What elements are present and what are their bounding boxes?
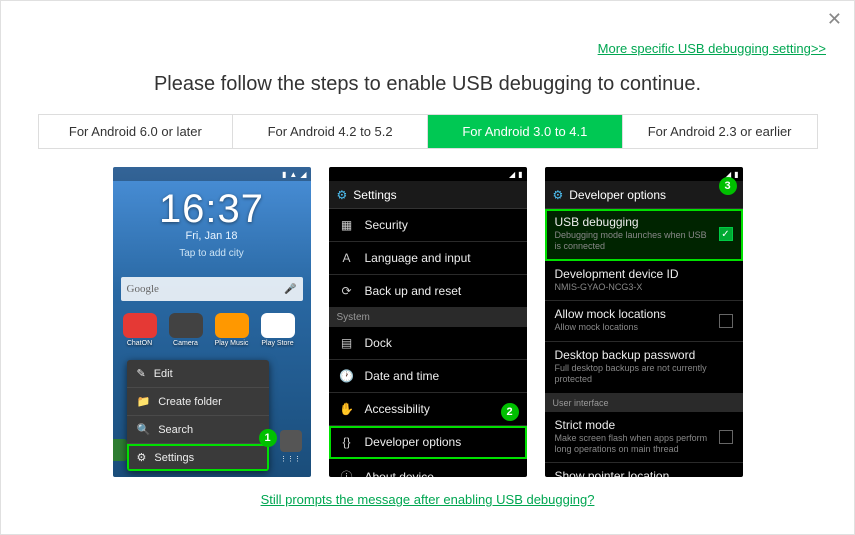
row-dock: ▤Dock [329,327,527,360]
more-settings-link[interactable]: More specific USB debugging setting>> [598,41,826,56]
status-bar: ◢▮ [329,167,527,181]
checkbox-icon [719,314,733,328]
system-header: System [329,308,527,327]
page-heading: Please follow the steps to enable USB de… [1,73,854,96]
row-pointer-location: Show pointer location Screen overlay sho… [545,463,743,477]
tab-android-42[interactable]: For Android 4.2 to 5.2 [233,115,428,148]
tab-android-23[interactable]: For Android 2.3 or earlier [623,115,817,148]
menu-settings: ⚙Settings [127,444,269,471]
row-mock-locations: Allow mock locations Allow mock location… [545,301,743,342]
row-usb-debugging: USB debugging Debugging mode launches wh… [545,209,743,261]
devopts-titlebar: ⚙ Developer options [545,181,743,209]
date-label: Fri, Jan 18 [113,230,311,242]
status-bar: ◢▮ [545,167,743,181]
row-strict-mode: Strict mode Make screen flash when apps … [545,412,743,464]
row-datetime: 🕐Date and time [329,360,527,393]
phone-home-screen: ▮▲◢ 16:37 Fri, Jan 18 Tap to add city Go… [113,167,311,477]
menu-edit: ✎Edit [127,360,269,388]
step-badge-1: 1 [259,429,277,447]
row-security: ▦Security [329,209,527,242]
app-row: ChatON Camera Play Music Play Store [113,301,311,347]
info-icon: ⓘ [339,468,355,477]
status-bar: ▮▲◢ [113,167,311,181]
checkbox-checked-icon: ✓ [719,227,733,241]
menu-create-folder: 📁Create folder [127,388,269,416]
search-icon: 🔍 [137,423,151,436]
checkbox-icon [719,430,733,444]
clock-widget: 16:37 [113,187,311,232]
step-badge-3: 3 [719,177,737,195]
settings-titlebar: ⚙ Settings [329,181,527,209]
pencil-icon: ✎ [137,367,146,380]
google-search-bar: Google 🎤 [121,277,303,301]
dock-icon: ▤ [339,336,355,350]
dock-right: ⋮⋮⋮ [277,430,305,463]
refresh-icon: ⟳ [339,284,355,298]
tap-add-city: Tap to add city [113,248,311,259]
app-chaton: ChatON [123,313,157,347]
apps-label: ⋮⋮⋮ [280,455,301,463]
gear-icon: ⚙ [337,188,348,202]
row-dev-device-id: Development device ID NMIS-GYAO-NCG3-X [545,261,743,302]
apps-drawer-icon [280,430,302,452]
step-badge-2: 2 [501,403,519,421]
grid-icon: ▦ [339,218,355,232]
gear-icon: ⚙ [553,188,564,202]
android-version-tabs: For Android 6.0 or later For Android 4.2… [38,114,818,149]
row-backup: ⟳Back up and reset [329,275,527,308]
ui-header: User interface [545,394,743,412]
mic-icon: 🎤 [284,284,296,295]
google-logo: Google [127,283,159,295]
app-play-store: Play Store [261,313,295,347]
gear-icon: ⚙ [137,451,147,464]
menu-search: 🔍Search [127,416,269,444]
still-prompts-link[interactable]: Still prompts the message after enabling… [261,492,595,507]
tab-android-30[interactable]: For Android 3.0 to 4.1 [428,115,623,148]
phone-settings: ◢▮ ⚙ Settings ▦Security ALanguage and in… [329,167,527,477]
phone-developer-options: ◢▮ ⚙ Developer options 3 USB debugging D… [545,167,743,477]
braces-icon: {} [339,435,355,449]
instruction-screenshots: ▮▲◢ 16:37 Fri, Jan 18 Tap to add city Go… [1,167,854,477]
row-developer-options: {}Developer options [329,426,527,459]
folder-icon: 📁 [137,395,151,408]
row-language: ALanguage and input [329,242,527,275]
context-menu: ✎Edit 📁Create folder 🔍Search ⚙Settings [127,360,269,471]
hand-icon: ✋ [339,402,355,416]
row-desktop-backup: Desktop backup password Full desktop bac… [545,342,743,394]
app-play-music: Play Music [215,313,249,347]
phone-icon [113,439,127,461]
tab-android-6[interactable]: For Android 6.0 or later [39,115,234,148]
close-button[interactable]: ✕ [827,9,842,30]
bottom-help-link-wrap: Still prompts the message after enabling… [1,491,854,509]
letter-icon: A [339,251,355,265]
clock-icon: 🕐 [339,369,355,383]
app-camera: Camera [169,313,203,347]
row-about: ⓘAbout device [329,459,527,477]
row-accessibility: ✋Accessibility [329,393,527,426]
